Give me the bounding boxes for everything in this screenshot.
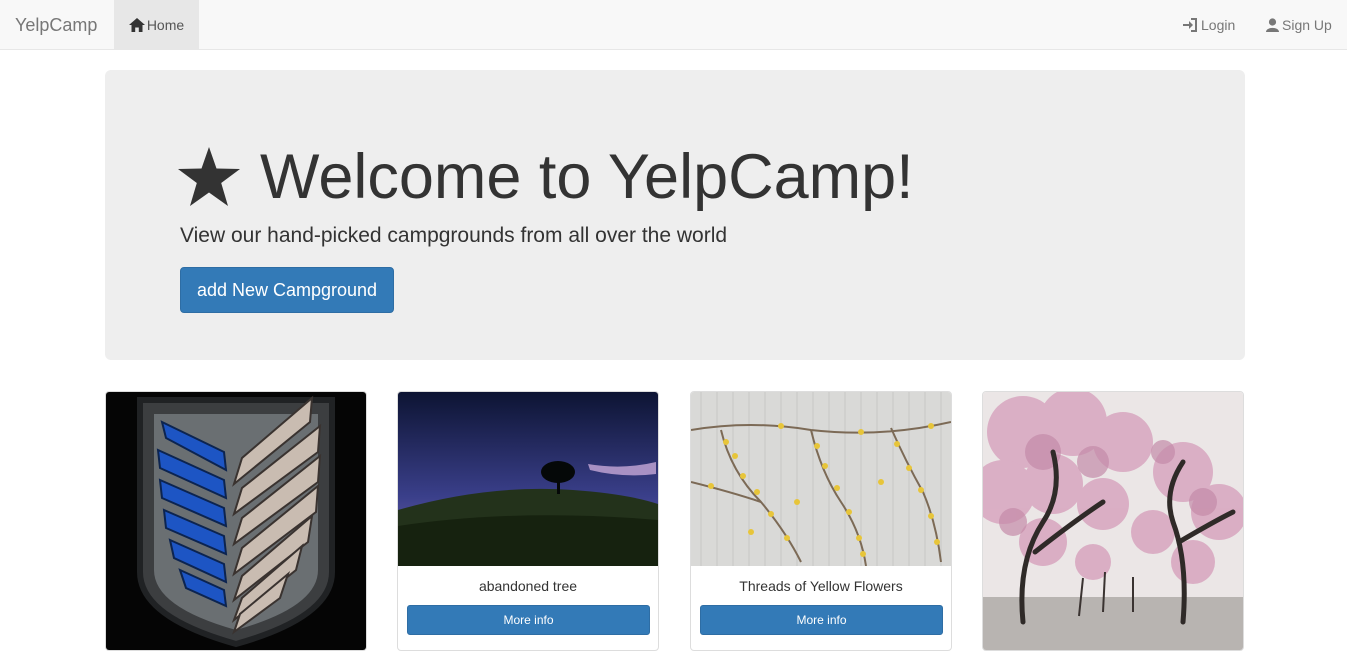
- more-info-button[interactable]: More info: [700, 605, 943, 635]
- campground-card: Threads of Yellow Flowers More info: [690, 391, 952, 651]
- nav-login-label: Login: [1201, 17, 1236, 33]
- nav-signup-label: Sign Up: [1282, 17, 1332, 33]
- campground-image[interactable]: [983, 392, 1243, 651]
- star-icon: [178, 147, 240, 206]
- campground-card: [105, 391, 367, 651]
- user-icon: [1266, 18, 1279, 32]
- brand-link[interactable]: YelpCamp: [15, 0, 97, 50]
- campground-card: [982, 391, 1244, 651]
- nav-home-link[interactable]: Home: [114, 0, 199, 50]
- more-info-button[interactable]: More info: [407, 605, 650, 635]
- campground-card: abandoned tree More info: [397, 391, 659, 651]
- campground-image[interactable]: [691, 392, 951, 566]
- nav-home-label: Home: [146, 17, 185, 33]
- page-title-text: Welcome to YelpCamp!: [260, 142, 914, 212]
- campground-image[interactable]: [106, 392, 366, 651]
- nav-signup-link[interactable]: Sign Up: [1266, 0, 1332, 50]
- campground-name: Threads of Yellow Flowers: [739, 578, 903, 594]
- lead-text: View our hand-picked campgrounds from al…: [180, 224, 728, 247]
- add-campground-button[interactable]: add New Campground: [180, 267, 394, 313]
- jumbotron: Welcome to YelpCamp! View our hand-picke…: [105, 70, 1245, 360]
- campground-image[interactable]: [398, 392, 658, 566]
- home-icon: [128, 18, 145, 32]
- log-in-icon: [1183, 18, 1198, 32]
- campground-name: abandoned tree: [478, 578, 578, 594]
- page-title: Welcome to YelpCamp!: [178, 132, 914, 222]
- nav-login-link[interactable]: Login: [1183, 0, 1235, 50]
- navbar: YelpCamp Home Login Sign Up: [0, 0, 1347, 50]
